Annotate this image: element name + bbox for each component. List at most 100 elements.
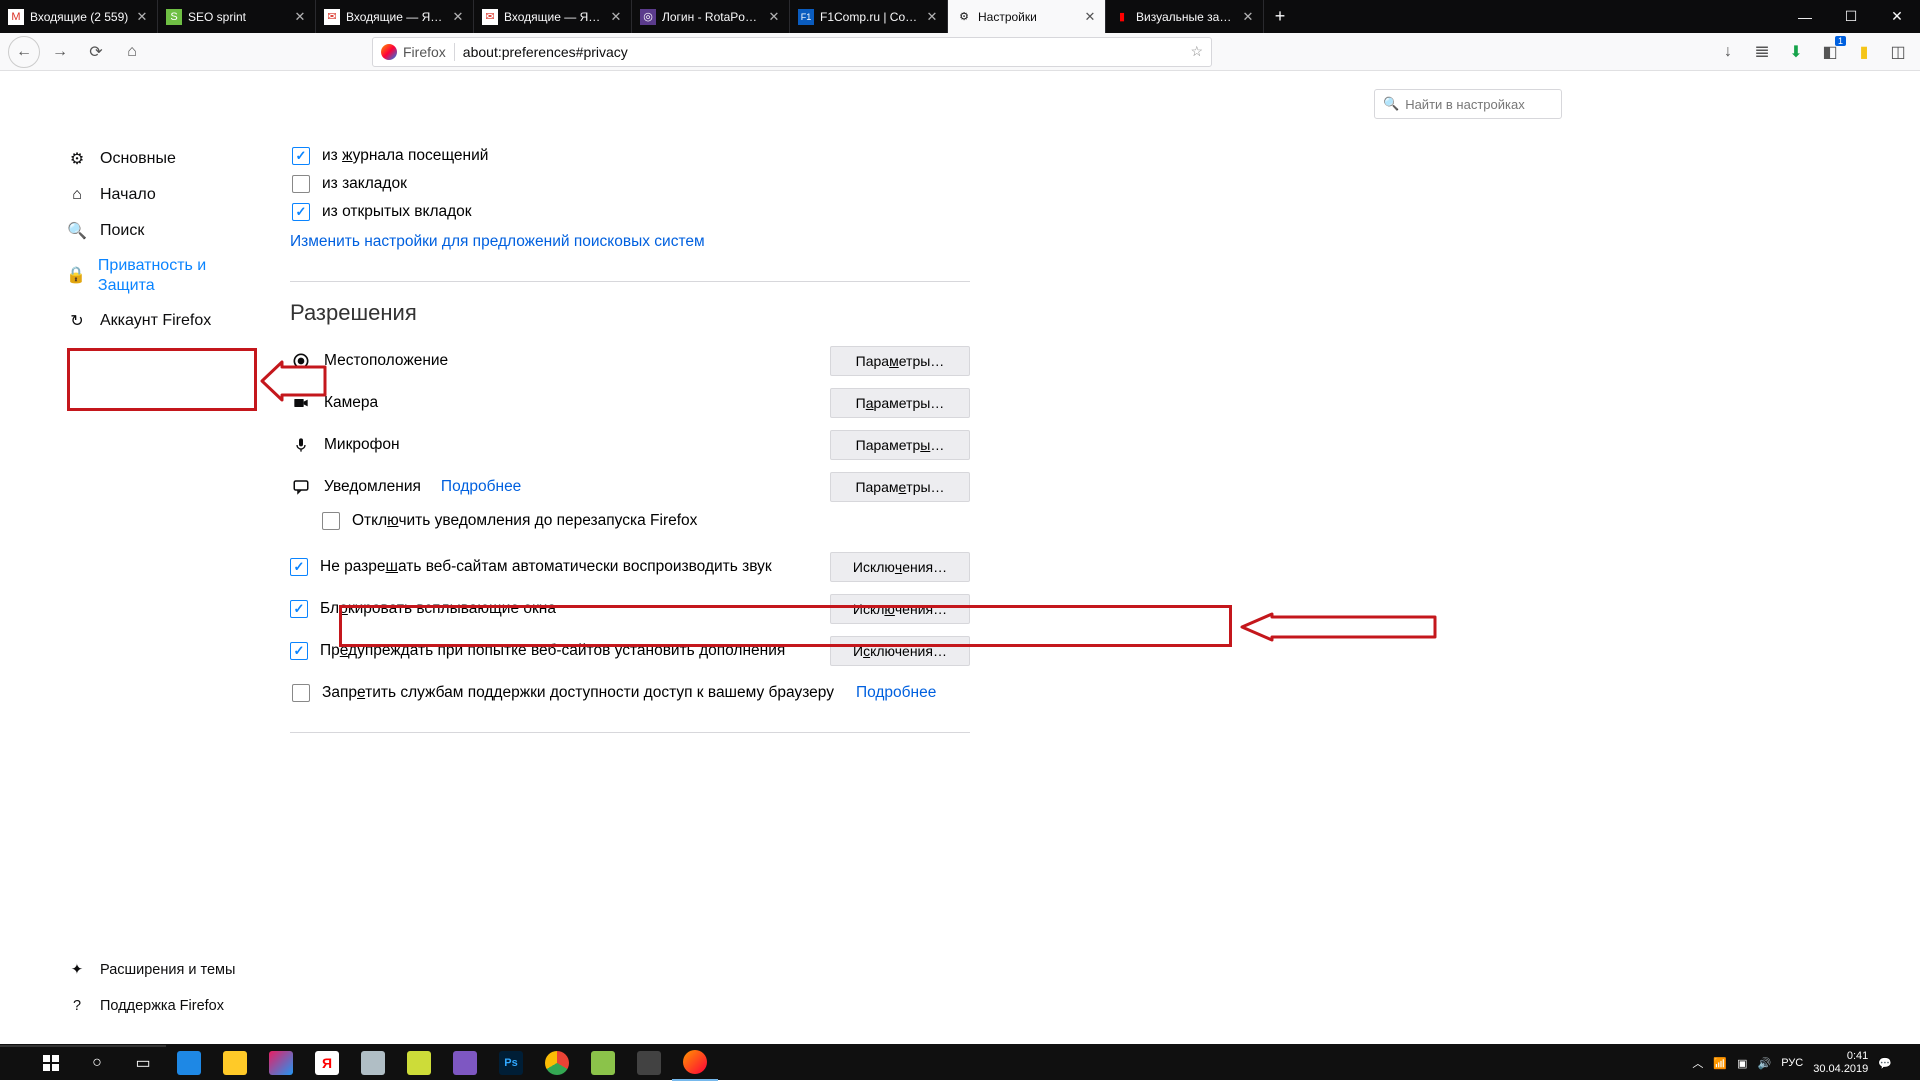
tab-7[interactable]: ▮Визуальные закладки✕ xyxy=(1106,0,1264,33)
notifications-learn-more-link[interactable]: Подробнее xyxy=(441,478,521,496)
taskbar-app-mail[interactable] xyxy=(350,1045,396,1081)
rotapost-icon: ◎ xyxy=(640,9,656,25)
tray-notifications-icon[interactable]: 💬 xyxy=(1878,1057,1892,1070)
checkbox-icon xyxy=(292,203,310,221)
sync-icon: ↻ xyxy=(66,310,88,332)
tab-3[interactable]: ✉Входящие — Яндекс✕ xyxy=(474,0,632,33)
taskbar-app-edge[interactable] xyxy=(166,1045,212,1081)
taskbar-app-explorer[interactable] xyxy=(212,1045,258,1081)
divider xyxy=(290,281,970,282)
home-button[interactable]: ⌂ xyxy=(116,36,148,68)
tray-chevron-icon[interactable]: ︿ xyxy=(1692,1055,1703,1071)
tray-volume-icon[interactable]: 🔊 xyxy=(1758,1057,1772,1070)
sidebar-item-label: Расширения и темы xyxy=(100,962,235,978)
sidebar-item-search[interactable]: 🔍 Поиск xyxy=(58,213,258,249)
location-settings-button[interactable]: Параметры… xyxy=(830,346,970,376)
minimize-button[interactable]: — xyxy=(1782,0,1828,33)
taskbar-app-yandex[interactable]: Я xyxy=(304,1045,350,1081)
maximize-button[interactable]: ☐ xyxy=(1828,0,1874,33)
browser-titlebar: MВходящие (2 559)✕ SSEO sprint✕ ✉Входящи… xyxy=(0,0,1920,33)
popups-exceptions-button[interactable]: Исключения… xyxy=(830,594,970,624)
start-button[interactable] xyxy=(28,1045,74,1081)
tray-wifi-icon[interactable]: 📶 xyxy=(1713,1057,1727,1070)
checkbox-block-autoplay[interactable]: Не разрешать веб-сайтам автоматически во… xyxy=(290,550,970,584)
close-icon[interactable]: ✕ xyxy=(925,10,939,24)
camera-settings-button[interactable]: Параметры… xyxy=(830,388,970,418)
extension-icon[interactable]: ▮ xyxy=(1850,38,1878,66)
sidebar-item-support[interactable]: ? Поддержка Firefox xyxy=(58,988,258,1024)
cortana-search-icon[interactable]: ○ xyxy=(74,1045,120,1081)
location-icon xyxy=(290,350,312,372)
accessibility-learn-more-link[interactable]: Подробнее xyxy=(856,684,936,702)
sidebar-toggle-icon[interactable]: ◫ xyxy=(1884,38,1912,66)
pocket-icon[interactable]: ◧1 xyxy=(1816,38,1844,66)
identity-label: Firefox xyxy=(403,44,446,60)
yandex-mail-icon: ✉ xyxy=(324,9,340,25)
taskbar-app-video[interactable] xyxy=(442,1045,488,1081)
taskbar-app-paint2[interactable] xyxy=(580,1045,626,1081)
sidebar-item-account[interactable]: ↻ Аккаунт Firefox xyxy=(58,303,258,339)
autoplay-exceptions-button[interactable]: Исключения… xyxy=(830,552,970,582)
taskbar-app-paint[interactable] xyxy=(258,1045,304,1081)
forward-button[interactable]: → xyxy=(44,36,76,68)
tab-0[interactable]: MВходящие (2 559)✕ xyxy=(0,0,158,33)
tray-clock[interactable]: 0:41 30.04.2019 xyxy=(1813,1050,1868,1076)
notifications-settings-button[interactable]: Параметры… xyxy=(830,472,970,502)
taskbar-app-photoshop[interactable]: Ps xyxy=(488,1045,534,1081)
microphone-settings-button[interactable]: Параметры… xyxy=(830,430,970,460)
tray-language[interactable]: РУС xyxy=(1781,1057,1803,1069)
back-button[interactable]: ← xyxy=(8,36,40,68)
tab-5[interactable]: F1F1Comp.ru | Советы✕ xyxy=(790,0,948,33)
checkbox-accessibility[interactable]: Запретить службам поддержки доступности … xyxy=(290,684,1852,702)
checkbox-disable-notifications[interactable]: Отключить уведомления до перезапуска Fir… xyxy=(290,512,1852,530)
close-icon[interactable]: ✕ xyxy=(293,10,307,24)
preferences-search-input[interactable]: 🔍 Найти в настройках xyxy=(1374,89,1562,119)
downloads-icon[interactable]: ↓ xyxy=(1714,38,1742,66)
sidebar-item-label: Основные xyxy=(100,150,176,168)
checkbox-bookmarks[interactable]: из закладок xyxy=(290,175,1852,193)
sidebar-item-extensions[interactable]: ✦ Расширения и темы xyxy=(58,952,258,988)
reload-button[interactable]: ⟳ xyxy=(80,36,112,68)
close-icon[interactable]: ✕ xyxy=(451,10,465,24)
close-window-button[interactable]: ✕ xyxy=(1874,0,1920,33)
sidebar-item-privacy[interactable]: 🔒 Приватность и Защита xyxy=(58,249,258,303)
tab-1[interactable]: SSEO sprint✕ xyxy=(158,0,316,33)
taskbar-app-notepad[interactable] xyxy=(396,1045,442,1081)
sidebar-item-general[interactable]: ⚙ Основные xyxy=(58,141,258,177)
taskbar-app-obs[interactable] xyxy=(626,1045,672,1081)
taskbar-app-chrome[interactable] xyxy=(534,1045,580,1081)
identity-box[interactable]: Firefox xyxy=(381,44,446,60)
tab-6-active[interactable]: ⚙Настройки✕ xyxy=(948,0,1106,33)
tab-2[interactable]: ✉Входящие — Яндекс✕ xyxy=(316,0,474,33)
close-icon[interactable]: ✕ xyxy=(1083,10,1097,24)
search-engine-settings-link[interactable]: Изменить настройки для предложений поиск… xyxy=(290,233,705,250)
close-icon[interactable]: ✕ xyxy=(609,10,623,24)
close-icon[interactable]: ✕ xyxy=(135,10,149,24)
preferences-sidebar: ⚙ Основные ⌂ Начало 🔍 Поиск 🔒 Приватност… xyxy=(28,71,258,1044)
library-icon[interactable]: 𝌆 xyxy=(1748,38,1776,66)
close-icon[interactable]: ✕ xyxy=(767,10,781,24)
close-icon[interactable]: ✕ xyxy=(1241,10,1255,24)
lock-icon: 🔒 xyxy=(66,265,86,287)
checkbox-history[interactable]: из журнала посещений xyxy=(290,147,1852,165)
checkbox-icon xyxy=(290,558,308,576)
checkbox-open-tabs[interactable]: из открытых вкладок xyxy=(290,203,1852,221)
toolbar-end: ↓ 𝌆 ⬇ ◧1 ▮ ◫ xyxy=(1714,38,1912,66)
checkbox-block-popups[interactable]: Блокировать всплывающие окна Исключения… xyxy=(290,592,970,626)
sidebar-item-home[interactable]: ⌂ Начало xyxy=(58,177,258,213)
taskbar-app-firefox[interactable] xyxy=(672,1045,718,1081)
seo-icon: S xyxy=(166,9,182,25)
tray-battery-icon[interactable]: ▣ xyxy=(1737,1057,1747,1070)
yandex-mail-icon: ✉ xyxy=(482,9,498,25)
puzzle-icon: ✦ xyxy=(66,959,88,981)
addons-exceptions-button[interactable]: Исключения… xyxy=(830,636,970,666)
task-view-icon[interactable]: ▭ xyxy=(120,1045,166,1081)
url-bar[interactable]: Firefox about:preferences#privacy ☆ xyxy=(372,37,1212,67)
tab-4[interactable]: ◎Логин - RotaPost.ru✕ xyxy=(632,0,790,33)
new-tab-button[interactable]: + xyxy=(1264,0,1296,33)
checkbox-warn-addons[interactable]: Предупреждать при попытке веб-сайтов уст… xyxy=(290,634,970,668)
bookmark-star-icon[interactable]: ☆ xyxy=(1190,43,1203,60)
extension-download-icon[interactable]: ⬇ xyxy=(1782,38,1810,66)
search-placeholder: Найти в настройках xyxy=(1405,97,1525,112)
sidebar-item-label: Поиск xyxy=(100,222,144,240)
